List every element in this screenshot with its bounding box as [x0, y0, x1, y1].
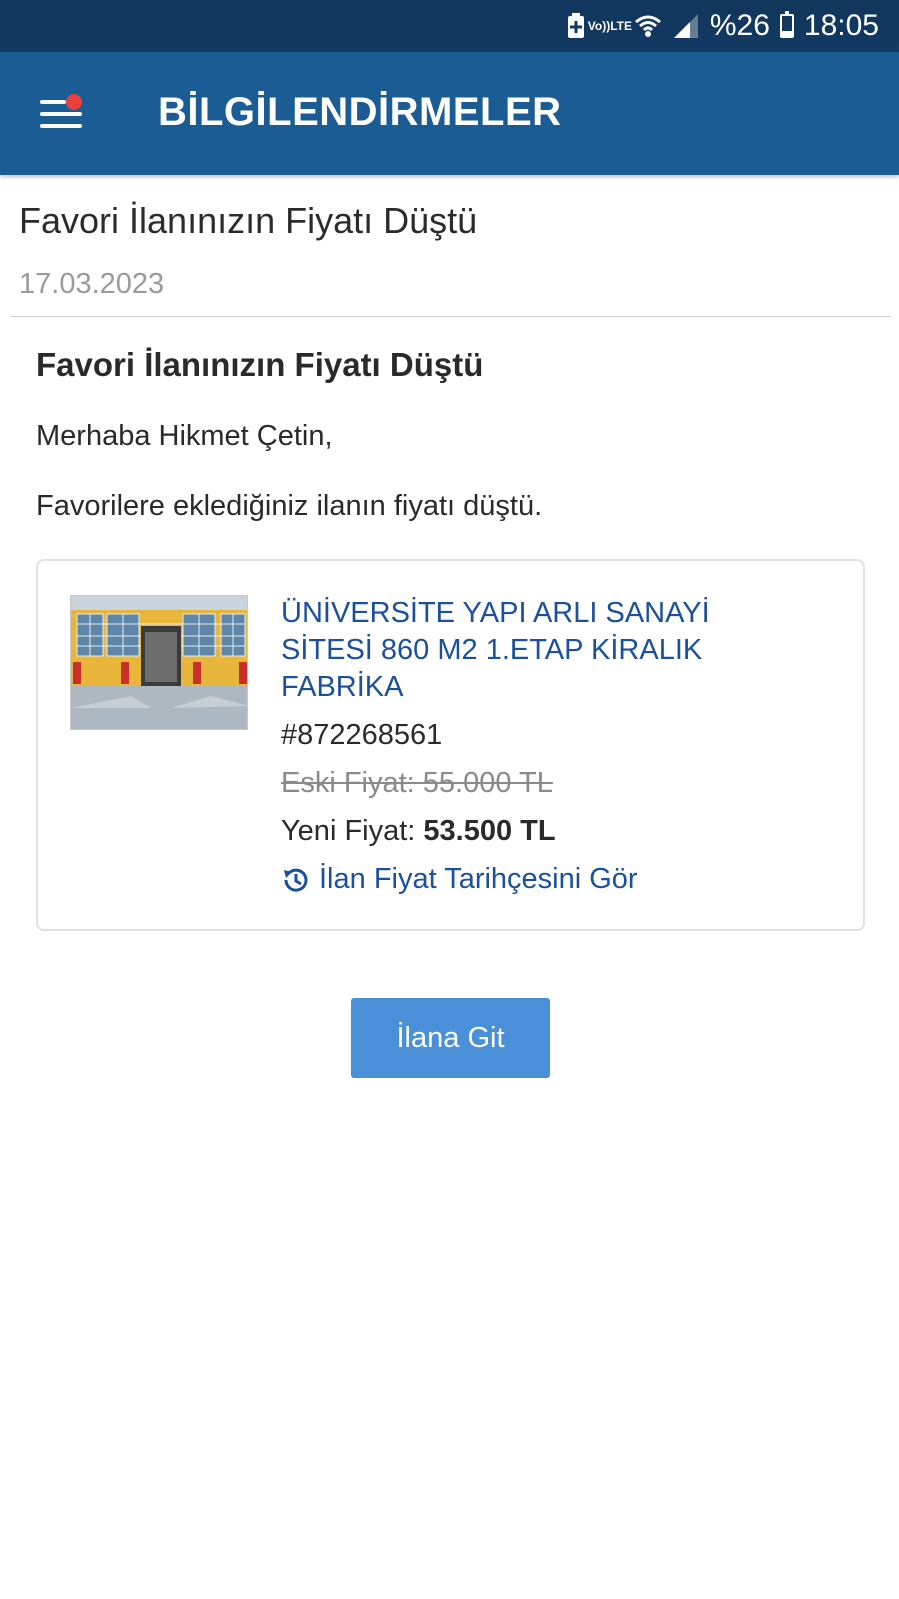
- message-heading: Favori İlanınızın Fiyatı Düştü: [36, 346, 484, 383]
- price-history-label: İlan Fiyat Tarihçesini Gör: [319, 863, 638, 895]
- app-bar: BİLGİLENDİRMELER: [0, 52, 899, 175]
- greeting-text: Merhaba Hikmet Çetin,: [36, 420, 333, 452]
- message-body: Favorilere eklediğiniz ilanın fiyatı düş…: [36, 490, 543, 522]
- status-bar: Vo)) LTE %26 18:05: [0, 0, 899, 52]
- listing-thumbnail[interactable]: [70, 595, 248, 730]
- hamburger-menu-icon[interactable]: [40, 94, 84, 132]
- notification-date: 17.03.2023: [19, 268, 165, 300]
- listing-title-link[interactable]: ÜNİVERSİTE YAPI ARLI SANAYİ SİTESİ 860 M…: [281, 595, 761, 706]
- page-title: BİLGİLENDİRMELER: [158, 90, 562, 134]
- battery-percent: %26: [709, 9, 770, 42]
- history-icon: [281, 865, 311, 895]
- old-price: Eski Fiyat: 55.000 TL: [281, 767, 553, 799]
- wifi-icon: [634, 12, 662, 40]
- listing-id: #872268561: [281, 719, 443, 751]
- new-price-label: Yeni Fiyat:: [281, 815, 424, 847]
- lte-label: LTE: [610, 19, 632, 33]
- factory-image: [71, 596, 247, 729]
- divider: [10, 316, 890, 317]
- volte-label: Vo)): [587, 19, 611, 33]
- signal-icon: [672, 12, 700, 40]
- price-history-link[interactable]: İlan Fiyat Tarihçesini Gör: [281, 863, 638, 896]
- listing-card: ÜNİVERSİTE YAPI ARLI SANAYİ SİTESİ 860 M…: [36, 559, 865, 931]
- volte-icon: Vo)) LTE: [588, 20, 632, 32]
- battery-level-fill: [781, 30, 792, 36]
- battery-saver-icon: [566, 13, 586, 39]
- clock: 18:05: [803, 9, 879, 42]
- battery-icon: [779, 11, 794, 38]
- go-to-listing-button[interactable]: İlana Git: [351, 998, 550, 1078]
- new-price-value: 53.500 TL: [423, 815, 556, 847]
- notification-title: Favori İlanınızın Fiyatı Düştü: [19, 200, 478, 241]
- notification-dot: [66, 94, 82, 110]
- new-price: Yeni Fiyat: 53.500 TL: [281, 815, 556, 848]
